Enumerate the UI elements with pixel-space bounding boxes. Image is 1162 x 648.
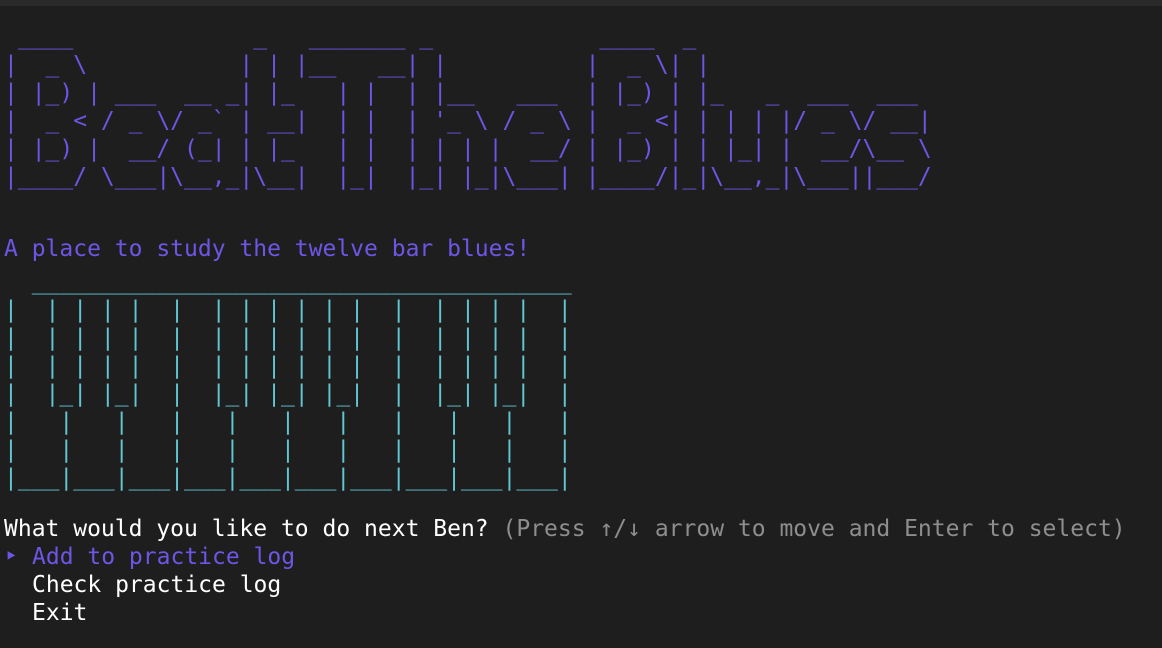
piano-keyboard-ascii-art: _______________________________________ … (4, 269, 572, 491)
menu-options: ‣ Add to practice log Check practice log … (4, 543, 295, 627)
menu-item-label: Exit (32, 600, 88, 626)
menu-item-exit[interactable]: Exit (4, 599, 295, 627)
beat-the-blues-ascii-logo: ____ _ _______ _ ____ _ | _ \ | | |__ __… (4, 24, 932, 190)
tagline: A place to study the twelve bar blues! (4, 236, 531, 262)
selection-pointer-icon: ‣ (4, 544, 18, 570)
menu-item-check-practice-log[interactable]: Check practice log (4, 571, 295, 599)
terminal-window: ____ _ _______ _ ____ _ | _ \ | | |__ __… (0, 0, 1162, 648)
prompt-question: What would you like to do next Ben? (4, 516, 489, 542)
prompt-hint: (Press ↑/↓ arrow to move and Enter to se… (502, 516, 1126, 542)
menu-item-label: Check practice log (32, 572, 282, 598)
menu-item-add-to-practice-log[interactable]: ‣ Add to practice log (4, 543, 295, 571)
menu-prompt: What would you like to do next Ben? (Pre… (4, 515, 1126, 543)
menu-item-label: Add to practice log (32, 544, 296, 570)
